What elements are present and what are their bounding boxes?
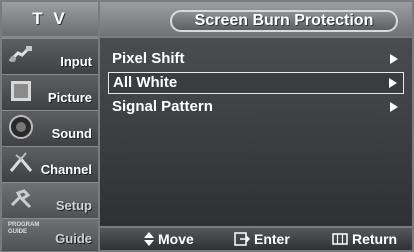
speaker-icon <box>9 115 33 139</box>
header: Screen Burn Protection <box>100 2 412 36</box>
sidebar-item-label: Picture <box>47 90 92 105</box>
sidebar-item-label: Guide <box>55 231 92 246</box>
sidebar-item-label: Input <box>60 54 92 69</box>
sidebar-item-sound[interactable]: Sound <box>2 110 98 146</box>
move-label: Move <box>158 231 194 247</box>
menu-item-signal-pattern[interactable]: Signal Pattern <box>108 96 404 118</box>
menu-item-pixel-shift[interactable]: Pixel Shift <box>108 48 404 70</box>
menu-item-label: Pixel Shift <box>112 50 185 67</box>
menu-panel: Pixel Shift All White Signal Pattern <box>100 38 412 226</box>
menu-item-label: Signal Pattern <box>112 98 213 115</box>
sidebar-item-channel[interactable]: Channel <box>2 146 98 182</box>
return-hint: Return <box>332 231 397 247</box>
menu-item-all-white[interactable]: All White <box>108 72 404 94</box>
sidebar-item-picture[interactable]: Picture <box>2 74 98 110</box>
guide-icon: PROGRAM GUIDE <box>8 222 40 235</box>
return-icon <box>332 233 348 245</box>
sidebar-item-label: Setup <box>55 198 92 213</box>
sidebar-item-input[interactable]: Input <box>2 38 98 74</box>
up-down-arrow-icon <box>144 232 154 246</box>
sidebar: T V Input Picture Sound Channel Setup PR… <box>2 2 98 251</box>
arrow-right-icon <box>390 102 398 112</box>
antenna-icon <box>9 152 33 172</box>
arrow-right-icon <box>389 78 397 88</box>
enter-hint: Enter <box>234 231 290 247</box>
return-label: Return <box>352 231 398 247</box>
sidebar-item-guide[interactable]: PROGRAM GUIDE Guide <box>2 218 98 251</box>
input-cable-icon <box>8 46 32 63</box>
picture-icon <box>11 81 31 101</box>
page-title: Screen Burn Protection <box>170 10 398 32</box>
move-hint: Move <box>144 231 194 247</box>
sidebar-title: T V <box>2 2 98 36</box>
arrow-right-icon <box>390 54 398 64</box>
footer-hints: Move Enter Return <box>100 228 412 250</box>
enter-label: Enter <box>254 231 290 247</box>
tv-osd-frame: T V Input Picture Sound Channel Setup PR… <box>0 0 414 252</box>
sidebar-item-setup[interactable]: Setup <box>2 182 98 218</box>
menu-item-label: All White <box>113 74 178 91</box>
sidebar-item-label: Sound <box>51 126 92 141</box>
sidebar-item-label: Channel <box>40 162 92 177</box>
enter-icon <box>234 232 250 246</box>
setup-icon <box>10 189 32 209</box>
